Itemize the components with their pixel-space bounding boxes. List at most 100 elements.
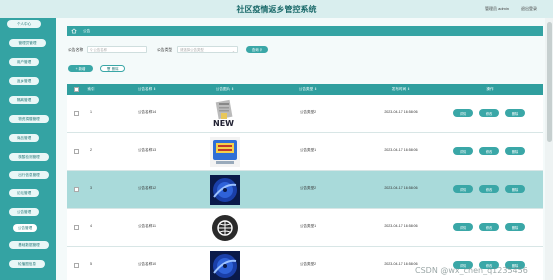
select-all-checkbox[interactable] [74,87,79,92]
notice-name-input[interactable]: ⚲ 公告名称 [87,46,147,53]
sidebar-item-return[interactable]: 返乡管理 [9,77,39,85]
row-checkbox[interactable] [74,111,79,116]
home-icon[interactable] [71,28,77,34]
column-header-time[interactable]: 发布时间 ⇕ [392,87,410,92]
table-header: 索引 公告名称 ⇕ 公告图片 ⇕ 公告类型 ⇕ 发布时间 ⇕ 操作 [67,84,543,95]
row-notice-type: 公告类型1 [299,224,317,228]
delete-button[interactable]: 🗑 删除 [100,65,125,72]
sidebar-item-donation[interactable]: 物资捐赠管理 [9,115,49,123]
blue-disc-image[interactable] [210,175,240,205]
row-notice-type: 公告类型2 [299,186,317,190]
row-index: 5 [90,262,92,266]
search-button[interactable]: 查询 ⚲ [246,46,268,53]
notice-type-placeholder: 请选择公告类型 [180,48,204,52]
row-index: 2 [90,148,92,152]
svg-text:NEW: NEW [213,119,234,128]
add-button-label: 新增 [78,67,86,71]
row-notice-name: 公告名称10 [137,262,157,266]
sidebar-item-admin[interactable]: 管理员管理 [9,39,46,47]
row-publish-time: 2023-04-17 16:58:06 [384,148,418,152]
column-header-image[interactable]: 公告图片 ⇕ [216,87,234,92]
table-row[interactable]: 5 公告名称10 公告类型2 2023-04-17 16:58:06 详情 修改 删除 [67,247,543,280]
detail-button[interactable]: 详情 [453,185,473,193]
row-notice-type: 公告类型2 [299,262,317,266]
row-delete-button[interactable]: 删除 [505,109,525,117]
row-checkbox[interactable] [74,149,79,154]
news-image[interactable]: NEW [210,99,240,129]
sidebar-item-isolation[interactable]: 隔离管理 [9,96,39,104]
scrollbar[interactable] [545,18,553,280]
sidebar-item-profile[interactable]: 个人中心 [7,20,41,28]
row-checkbox[interactable] [74,225,79,230]
row-notice-name: 公告名称11 [137,224,157,228]
row-notice-name: 公告名称14 [137,110,157,114]
row-delete-button-label: 删除 [511,187,519,192]
detail-button-label: 详情 [459,225,467,230]
row-checkbox[interactable] [74,187,79,192]
scrollbar-thumb[interactable] [546,22,552,142]
edit-button[interactable]: 修改 [479,109,499,117]
row-delete-button-label: 删除 [511,111,519,116]
report-card-image[interactable] [210,137,240,167]
row-notice-type: 公告类型2 [299,110,317,114]
detail-button-label: 详情 [459,187,467,192]
row-notice-type: 公告类型1 [299,148,317,152]
row-publish-time: 2023-04-17 16:58:06 [384,186,418,190]
sidebar-item-users[interactable]: 用户管理 [9,58,39,66]
trash-icon: 🗑 [106,66,111,71]
row-delete-button[interactable]: 删除 [505,147,525,155]
notice-type-label: 公告类型 [157,48,173,52]
detail-button[interactable]: 详情 [453,147,473,155]
chevron-down-icon: ⌄ [231,49,235,53]
row-index: 1 [90,110,92,114]
sidebar-item-forum[interactable]: 论坛管理 [9,189,39,197]
row-delete-button[interactable]: 删除 [505,223,525,231]
row-notice-name: 公告名称13 [137,148,157,152]
detail-button[interactable]: 详情 [453,223,473,231]
sidebar-item-basic-data[interactable]: 基础数据管理 [9,241,49,249]
table-row[interactable]: 4 公告名称11 公告类型1 2023-04-17 16:58:06 详情 修改 删除 [67,209,543,247]
admin-label: 管理员 admin [485,6,510,11]
row-delete-button[interactable]: 删除 [505,185,525,193]
row-checkbox[interactable] [74,263,79,268]
delete-button-label: 删除 [111,67,119,71]
notice-name-placeholder: 公告名称 [93,48,107,52]
sidebar-item-travel[interactable]: 出行信息管理 [9,171,49,179]
edit-button[interactable]: 修改 [479,147,499,155]
edit-button-label: 修改 [485,225,493,230]
logout-link[interactable]: 退出登录 [521,6,537,12]
sidebar-item-goods[interactable]: 商品管理 [9,134,39,142]
sidebar-subitem-notice[interactable]: 公告管理 [13,224,37,232]
search-button-label: 查询 [251,48,259,52]
sidebar-item-carousel[interactable]: 轮播图信息 [9,260,45,268]
row-delete-button-label: 删除 [511,225,519,230]
plus-icon: + [75,66,78,71]
row-publish-time: 2023-04-17 16:58:06 [384,224,418,228]
edit-button-label: 修改 [485,149,493,154]
blue-disc-image[interactable] [210,251,240,280]
row-delete-button-label: 删除 [511,149,519,154]
sidebar-item-notice[interactable]: 公告管理 [9,208,39,216]
detail-button-label: 详情 [459,111,467,116]
column-header-name[interactable]: 公告名称 ⇕ [138,87,156,92]
edit-button-label: 修改 [485,111,493,116]
sidebar-item-nucleic-test[interactable]: 核酸检测管理 [9,153,49,161]
edit-button[interactable]: 修改 [479,223,499,231]
column-header-index: 索引 [87,87,95,91]
table-row[interactable]: 3 公告名称12 公告类型2 2023-04-17 16:58:06 详情 修改 删除 [67,171,543,209]
top-header: 社区疫情返乡管控系统 管理员 admin 退出登录 [0,0,553,18]
notice-type-select[interactable]: 请选择公告类型 ⌄ [177,46,238,53]
row-notice-name: 公告名称12 [137,186,157,190]
sidebar: 个人中心 管理员管理 用户管理 返乡管理 隔离管理 物资捐赠管理 商品管理 核酸… [0,18,56,280]
app-title: 社区疫情返乡管控系统 [236,5,317,14]
column-header-type[interactable]: 公告类型 ⇕ [299,87,317,92]
add-button[interactable]: + 新增 [68,65,93,72]
globe-badge-image[interactable] [210,213,240,243]
edit-button[interactable]: 修改 [479,185,499,193]
breadcrumb: 公告 [67,26,543,36]
column-header-actions: 操作 [486,87,494,91]
table-row[interactable]: 2 公告名称13 公告类型1 2023-04-17 16:58:06 详情 修改 删除 [67,133,543,171]
detail-button[interactable]: 详情 [453,109,473,117]
row-publish-time: 2023-04-17 16:58:06 [384,110,418,114]
table-row[interactable]: 1 公告名称14 公告类型2 2023-04-17 16:58:06 NEW 详情 修改 删除 [67,95,543,133]
